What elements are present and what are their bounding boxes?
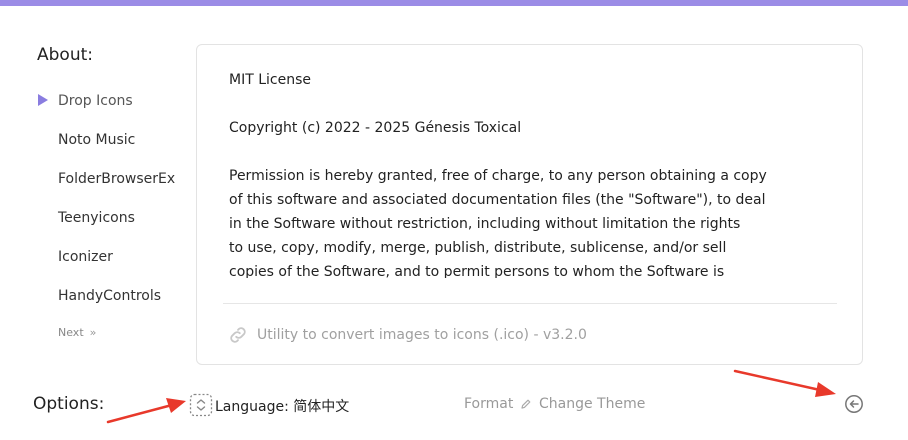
nav-item-handycontrols[interactable]: HandyControls (38, 285, 188, 324)
version-footer: Utility to convert images to icons (.ico… (227, 324, 587, 346)
nav-item-drop-icons[interactable]: Drop Icons (38, 90, 188, 129)
options-heading: Options: (33, 394, 105, 414)
nav-item-label: Drop Icons (58, 93, 133, 109)
active-indicator-icon (38, 94, 48, 106)
license-line: copies of the Software, and to permit pe… (229, 264, 725, 278)
about-heading: About: (37, 45, 93, 65)
format-button[interactable]: Format (464, 396, 513, 412)
change-theme-label: Change Theme (539, 396, 646, 412)
license-copyright: Copyright (c) 2022 - 2025 Génesis Toxica… (229, 120, 522, 136)
change-theme-button[interactable]: Change Theme (520, 396, 645, 412)
license-line: in the Software without restriction, inc… (229, 216, 741, 232)
nav-item-teenyicons[interactable]: Teenyicons (38, 207, 188, 246)
top-accent-bar (0, 0, 908, 6)
nav-item-label: Teenyicons (58, 210, 135, 226)
nav-item-iconizer[interactable]: Iconizer (38, 246, 188, 285)
version-text: Utility to convert images to icons (.ico… (257, 327, 587, 343)
double-chevron-right-icon: ›› (89, 326, 97, 339)
card-divider (223, 303, 837, 304)
nav-item-label: Iconizer (58, 249, 113, 265)
nav-item-label: Noto Music (58, 132, 136, 148)
language-selector-icon[interactable] (189, 393, 213, 417)
license-line: of this software and associated document… (229, 192, 766, 208)
next-page-button[interactable]: Next ›› (58, 326, 97, 339)
annotation-arrow-language (106, 398, 186, 424)
pencil-icon (521, 399, 531, 409)
license-line: to use, copy, modify, merge, publish, di… (229, 240, 727, 256)
license-text[interactable]: MIT License Copyright (c) 2022 - 2025 Gé… (229, 68, 839, 278)
nav-item-folderbrowserex[interactable]: FolderBrowserEx (38, 168, 188, 207)
about-nav-list: Drop Icons Noto Music FolderBrowserEx Te… (38, 90, 188, 324)
next-label: Next (58, 326, 84, 339)
link-icon (230, 327, 246, 343)
nav-item-noto-music[interactable]: Noto Music (38, 129, 188, 168)
nav-item-label: HandyControls (58, 288, 162, 304)
language-select[interactable]: Language: 简体中文 (215, 396, 349, 416)
back-arrow-icon[interactable] (844, 394, 864, 414)
annotation-arrow-back (733, 369, 836, 397)
license-title: MIT License (229, 72, 311, 88)
nav-item-label: FolderBrowserEx (58, 171, 176, 187)
license-card: MIT License Copyright (c) 2022 - 2025 Gé… (196, 44, 863, 365)
license-line: Permission is hereby granted, free of ch… (229, 168, 767, 184)
